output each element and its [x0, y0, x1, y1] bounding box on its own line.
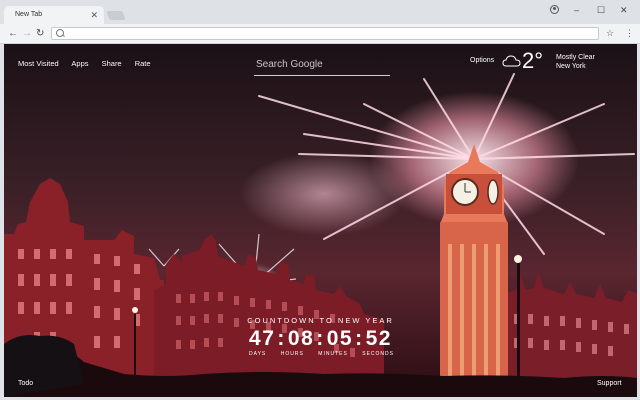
countdown-minutes: 05	[326, 327, 354, 350]
forward-arrow-icon[interactable]: →	[22, 27, 32, 40]
new-tab-page: Most Visited Apps Share Rate Options 2° …	[4, 44, 637, 397]
todo-button[interactable]: Todo	[18, 380, 33, 387]
back-arrow-icon[interactable]: ←	[8, 27, 18, 40]
share-link[interactable]: Share	[102, 59, 122, 68]
search-icon	[56, 29, 64, 37]
bookmark-star-icon[interactable]: ☆	[606, 28, 614, 39]
search-input[interactable]	[254, 55, 386, 74]
menu-icon[interactable]: ⋮	[625, 28, 634, 38]
reload-icon[interactable]: ↻	[36, 27, 44, 40]
weather-condition: Mostly Clear	[556, 54, 595, 61]
unit-seconds: SECONDS	[362, 351, 394, 357]
toolbar: ← → ↻	[0, 24, 640, 44]
cloud-icon	[502, 55, 521, 67]
support-link[interactable]: Support	[597, 380, 622, 387]
unit-minutes: MINUTES	[318, 351, 348, 357]
maximize-button[interactable]: ☐	[597, 4, 605, 16]
unit-hours: HOURS	[280, 351, 304, 357]
apps-link[interactable]: Apps	[71, 59, 88, 68]
countdown-hours: 08	[287, 327, 315, 350]
tab-new-tab[interactable]: New Tab ✕	[4, 6, 104, 24]
new-tab-button[interactable]	[106, 11, 126, 20]
search-box	[254, 54, 390, 76]
tab-title: New Tab	[15, 11, 43, 18]
close-icon[interactable]: ✕	[90, 6, 98, 24]
top-nav: Most Visited Apps Share Rate	[18, 59, 162, 68]
weather-location: New York	[556, 63, 586, 70]
most-visited-link[interactable]: Most Visited	[18, 59, 59, 68]
temperature: 2°	[522, 48, 544, 73]
unit-days: DAYS	[249, 351, 267, 357]
profile-icon[interactable]	[550, 5, 559, 14]
title-bar: New Tab ✕ – ☐ ✕	[0, 0, 640, 24]
close-window-button[interactable]: ✕	[620, 4, 628, 16]
minimize-button[interactable]: –	[574, 4, 579, 16]
countdown-units: DAYS HOURS MINUTES SECONDS	[249, 351, 394, 357]
countdown-timer: 47:08:05:52	[249, 327, 392, 350]
countdown-days: 47	[249, 327, 276, 350]
weather-description[interactable]: Mostly Clear New York	[556, 53, 595, 71]
countdown-seconds: 52	[365, 327, 392, 350]
countdown-title: COUNTDOWN TO NEW YEAR	[247, 316, 394, 325]
address-bar[interactable]	[51, 27, 599, 40]
rate-link[interactable]: Rate	[135, 59, 151, 68]
options-link[interactable]: Options	[470, 57, 494, 64]
